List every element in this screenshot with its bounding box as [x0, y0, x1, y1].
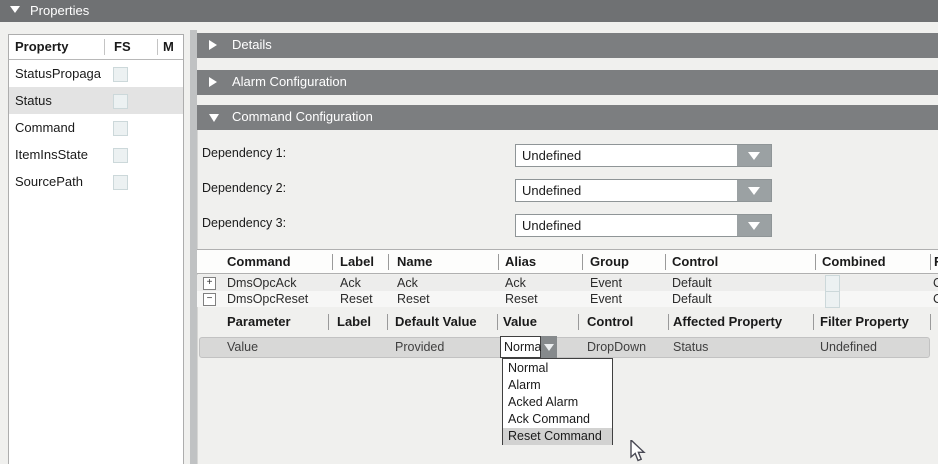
dropdown-button[interactable] — [737, 180, 771, 201]
dependency3-label: Dependency 3: — [202, 216, 286, 230]
dependency2-combobox[interactable]: Undefined — [515, 179, 772, 202]
collapse-triangle-icon[interactable] — [10, 6, 20, 13]
fs-checkbox[interactable] — [113, 67, 128, 82]
mouse-cursor-icon — [628, 440, 650, 464]
header-divider[interactable] — [104, 39, 105, 55]
clipped-column-fragment: F — [934, 254, 938, 269]
section-alarm-configuration[interactable]: Alarm Configuration — [197, 70, 938, 95]
option-alarm[interactable]: Alarm — [503, 377, 612, 394]
dependency1-label: Dependency 1: — [202, 146, 286, 160]
clipped-cell-fragment: C — [933, 292, 938, 306]
table-row-dmsopcreset[interactable]: − DmsOpcReset Reset Reset Reset Event De… — [197, 291, 938, 307]
titlebar: Properties — [0, 0, 938, 22]
expand-plus-icon[interactable]: + — [203, 277, 216, 290]
sidebar-item-statuspropagation[interactable]: StatusPropaga — [9, 60, 183, 87]
combined-checkbox[interactable] — [825, 275, 840, 292]
dropdown-button[interactable] — [737, 215, 771, 236]
fs-checkbox[interactable] — [113, 175, 128, 190]
expand-arrow-icon — [209, 77, 217, 87]
property-grid: Property FS M StatusPropaga Status Comma… — [8, 34, 184, 464]
splitter-handle[interactable] — [190, 30, 197, 464]
chevron-down-icon — [544, 344, 554, 351]
sidebar-item-sourcepath[interactable]: SourcePath — [9, 168, 183, 195]
table-row-dmsopcack[interactable]: + DmsOpcAck Ack Ack Ack Event Default C — [197, 275, 938, 291]
collapse-arrow-icon — [209, 114, 219, 122]
value-combobox-field[interactable]: Normal — [500, 336, 541, 358]
properties-panel: Properties Property FS M StatusPropaga S… — [0, 0, 938, 464]
command-table-header: Command Label Name Alias Group Control C… — [197, 249, 938, 274]
chevron-down-icon — [748, 187, 760, 195]
parameter-table-header: Parameter Label Default Value Value Cont… — [197, 310, 938, 335]
option-acked-alarm[interactable]: Acked Alarm — [503, 394, 612, 411]
dependency3-combobox[interactable]: Undefined — [515, 214, 772, 237]
header-divider[interactable] — [157, 39, 158, 55]
option-normal[interactable]: Normal — [503, 360, 612, 377]
fs-checkbox[interactable] — [113, 148, 128, 163]
col-property: Property — [15, 39, 68, 54]
fs-checkbox[interactable] — [113, 94, 128, 109]
option-reset-command[interactable]: Reset Command — [503, 428, 612, 445]
section-details[interactable]: Details — [197, 33, 938, 58]
clipped-cell-fragment: C — [933, 276, 938, 290]
chevron-down-icon — [748, 222, 760, 230]
dropdown-button[interactable] — [541, 336, 557, 358]
option-ack-command[interactable]: Ack Command — [503, 411, 612, 428]
chevron-down-icon — [748, 152, 760, 160]
dependency1-combobox[interactable]: Undefined — [515, 144, 772, 167]
col-fs: FS — [114, 39, 131, 54]
dropdown-button[interactable] — [737, 145, 771, 166]
value-combobox[interactable]: Normal — [500, 336, 557, 358]
combined-checkbox[interactable] — [825, 291, 840, 308]
fs-checkbox[interactable] — [113, 121, 128, 136]
parameter-table: Parameter Label Default Value Value Cont… — [197, 310, 938, 336]
dependency2-label: Dependency 2: — [202, 181, 286, 195]
value-dropdown-popup: Normal Alarm Acked Alarm Ack Command Res… — [502, 358, 613, 445]
expand-arrow-icon — [209, 40, 217, 50]
collapse-minus-icon[interactable]: − — [203, 293, 216, 306]
section-command-configuration[interactable]: Command Configuration — [197, 105, 938, 130]
col-m: M — [163, 39, 174, 54]
property-grid-header: Property FS M — [9, 35, 183, 60]
panel-title: Properties — [30, 3, 89, 18]
sidebar-item-command[interactable]: Command — [9, 114, 183, 141]
sidebar-item-status[interactable]: Status — [9, 87, 183, 114]
sidebar-item-iteminsstate[interactable]: ItemInsState — [9, 141, 183, 168]
command-table: Command Label Name Alias Group Control C… — [197, 249, 938, 308]
